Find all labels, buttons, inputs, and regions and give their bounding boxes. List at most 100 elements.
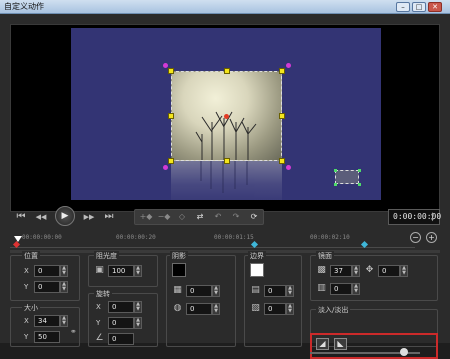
spin-down-icon[interactable]: ▼ (62, 270, 66, 276)
resize-handle-bottom[interactable] (224, 158, 230, 164)
size-x-spinner[interactable]: ▲ ▼ (60, 315, 68, 327)
resize-handle-bottom-right[interactable] (279, 158, 285, 164)
keyframe-tools: +◆ −◆ ◇ ⇄ ↶ ↷ ⟳ (134, 209, 264, 225)
spin-down-icon[interactable]: ▼ (214, 308, 218, 314)
border-color-swatch[interactable] (250, 263, 264, 277)
resize-handle-left[interactable] (168, 113, 174, 119)
shadow-color-swatch[interactable] (172, 263, 186, 277)
rotate-handle-bottom-right[interactable] (286, 165, 291, 170)
opacity-label: 阻光度 (94, 251, 119, 261)
spin-down-icon[interactable]: ▼ (288, 308, 292, 314)
rotate-handle-bottom-left[interactable] (163, 165, 168, 170)
rotate-handle-top-left[interactable] (163, 63, 168, 68)
swap-icon[interactable]: ⇄ (193, 211, 207, 223)
position-x-label: X (24, 267, 29, 275)
mirror-field-2[interactable]: 0 (378, 265, 400, 277)
mirror-spinner-1[interactable]: ▲ ▼ (352, 265, 360, 277)
shadow-field-1[interactable]: 0 (186, 285, 212, 297)
spin-down-icon[interactable]: ▼ (288, 290, 292, 296)
spin-down-icon[interactable]: ▼ (354, 288, 358, 294)
position-group (10, 255, 80, 301)
window-title: 自定义动作 (4, 2, 44, 11)
maximize-button[interactable]: □ (412, 2, 426, 12)
spin-down-icon[interactable]: ▼ (402, 270, 406, 276)
next-keyframe-icon[interactable]: ⏭ (102, 210, 116, 224)
minimize-button[interactable]: – (396, 2, 410, 12)
zoom-out-icon[interactable]: − (410, 232, 421, 243)
border-field-2[interactable]: 0 (264, 303, 286, 315)
timecode-spinner[interactable]: ▲ ▼ (431, 211, 438, 223)
preview-canvas[interactable] (71, 28, 381, 200)
size-y-field[interactable]: 50 (34, 331, 60, 343)
keyframe-icon[interactable]: ◇ (175, 211, 189, 223)
shadow-opacity-icon: ▦ (173, 285, 182, 295)
play-button[interactable]: ▶ (55, 206, 75, 226)
mirror-spinner-3[interactable]: ▲ ▼ (352, 283, 360, 295)
center-point[interactable] (224, 114, 229, 119)
add-keyframe-icon[interactable]: +◆ (139, 211, 153, 223)
mirror-field-1[interactable]: 37 (330, 265, 352, 277)
rotation-y-spinner[interactable]: ▲ ▼ (134, 317, 142, 329)
spin-down-icon[interactable]: ▼ (431, 217, 434, 223)
border-spinner-1[interactable]: ▲ ▼ (286, 285, 294, 297)
fade-slider[interactable] (310, 348, 420, 356)
size-x-field[interactable]: 34 (34, 315, 60, 327)
redo-icon[interactable]: ↷ (229, 211, 243, 223)
position-y-label: Y (24, 283, 29, 291)
rotation-z-field[interactable]: 0 (108, 333, 134, 345)
link-icon[interactable]: ⚭ (70, 327, 80, 337)
spin-down-icon[interactable]: ▼ (62, 320, 66, 326)
rotation-angle-icon: ∠ (95, 333, 104, 343)
mini-handle[interactable] (334, 183, 337, 186)
border-spinner-2[interactable]: ▲ ▼ (286, 303, 294, 315)
opacity-field[interactable]: 100 (108, 265, 134, 277)
prev-keyframe-icon[interactable]: ⏮ (14, 210, 28, 224)
spin-down-icon[interactable]: ▼ (62, 286, 66, 292)
undo-icon[interactable]: ↶ (211, 211, 225, 223)
shadow-field-2[interactable]: 0 (186, 303, 212, 315)
close-button[interactable]: ✕ (428, 2, 442, 12)
fade-slider-knob[interactable] (400, 348, 408, 356)
resize-handle-right[interactable] (279, 113, 285, 119)
rotate-handle-top-right[interactable] (286, 63, 291, 68)
timeline-ruler[interactable]: 00:00:00:00 00:00:00:20 00:00:01:15 00:0… (10, 232, 415, 249)
rotation-x-field[interactable]: 0 (108, 301, 134, 313)
position-y-field[interactable]: 0 (34, 281, 60, 293)
border-field-1[interactable]: 0 (264, 285, 286, 297)
reset-icon[interactable]: ⟳ (247, 211, 261, 223)
mirror-field-3[interactable]: 0 (330, 283, 352, 295)
step-forward-icon[interactable]: ▶▶ (82, 210, 96, 224)
spin-down-icon[interactable]: ▼ (354, 270, 358, 276)
resize-handle-top-left[interactable] (168, 68, 174, 74)
keyframe-marker[interactable] (360, 240, 369, 249)
position-x-spinner[interactable]: ▲ ▼ (60, 265, 68, 277)
shadow-spinner-1[interactable]: ▲ ▼ (212, 285, 220, 297)
remove-keyframe-icon[interactable]: −◆ (157, 211, 171, 223)
zoom-in-icon[interactable]: + (426, 232, 437, 243)
step-back-icon[interactable]: ◀◀ (34, 210, 48, 224)
shadow-spinner-2[interactable]: ▲ ▼ (212, 303, 220, 315)
keyframe-marker[interactable] (250, 240, 259, 249)
resize-handle-bottom-left[interactable] (168, 158, 174, 164)
keyframe-marker[interactable] (12, 240, 21, 249)
resize-handle-top-right[interactable] (279, 68, 285, 74)
timeline-track[interactable] (10, 250, 440, 253)
position-x-field[interactable]: 0 (34, 265, 60, 277)
fade-in-icon[interactable]: ◢ (316, 338, 329, 350)
spin-down-icon[interactable]: ▼ (136, 306, 140, 312)
mini-handle[interactable] (358, 183, 361, 186)
mini-position-box[interactable] (334, 169, 361, 186)
fade-out-icon[interactable]: ◣ (334, 338, 347, 350)
opacity-spinner[interactable]: ▲ ▼ (134, 265, 142, 277)
spin-down-icon[interactable]: ▼ (214, 290, 218, 296)
spin-down-icon[interactable]: ▼ (136, 322, 140, 328)
mirror-spinner-2[interactable]: ▲ ▼ (400, 265, 408, 277)
rotation-y-field[interactable]: 0 (108, 317, 134, 329)
mini-handle[interactable] (334, 169, 337, 172)
timecode-field[interactable]: 0:00:00:00 ▲ ▼ (388, 209, 441, 225)
position-y-spinner[interactable]: ▲ ▼ (60, 281, 68, 293)
rotation-x-spinner[interactable]: ▲ ▼ (134, 301, 142, 313)
spin-down-icon[interactable]: ▼ (136, 270, 140, 276)
mini-handle[interactable] (358, 169, 361, 172)
resize-handle-top[interactable] (224, 68, 230, 74)
